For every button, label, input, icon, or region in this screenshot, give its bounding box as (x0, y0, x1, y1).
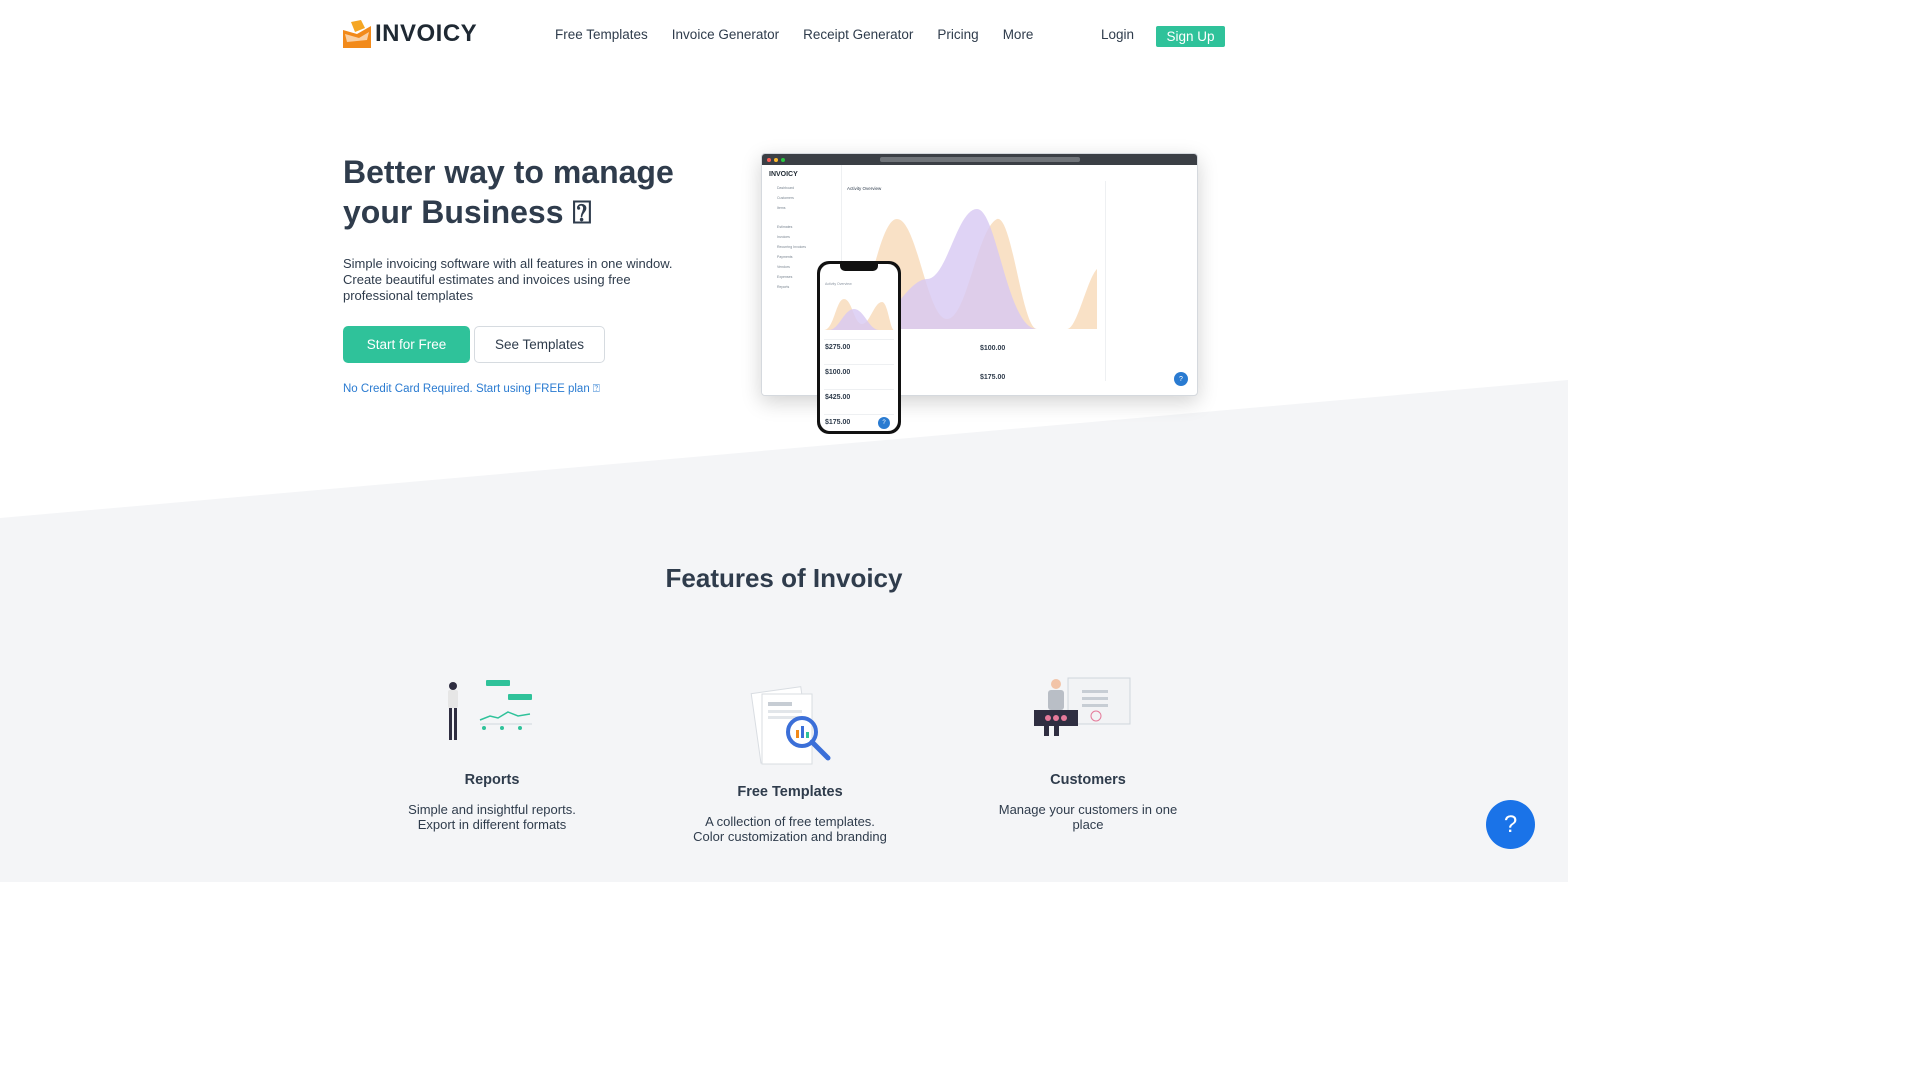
logo-icon (343, 20, 373, 48)
phone-area-chart (824, 299, 894, 330)
phone-card-value: $425.00 (825, 394, 851, 401)
mock-nav-item: Reports (777, 285, 790, 289)
maximize-dot-icon (781, 157, 785, 162)
phone-notch (840, 264, 878, 271)
mock-nav-item: Vendors (777, 265, 790, 269)
signup-button[interactable]: Sign Up (1156, 26, 1225, 47)
mock-nav-item: Customers (777, 196, 794, 200)
mock-nav-item: Items (777, 206, 786, 210)
feature-reports: Reports Simple and insightful reports. E… (392, 772, 592, 832)
phone-screen: Activity Overview $275.00 $100.00 $425.0… (820, 264, 898, 431)
mock-card-value: $100.00 (980, 345, 1006, 352)
help-button[interactable]: ? (1486, 800, 1535, 849)
top-navbar: INVOICY Free Templates Invoice Generator… (0, 0, 1568, 72)
mock-activity-title: Activity Overview (847, 186, 882, 191)
mock-nav-item: Dashboard (777, 186, 795, 190)
nav-pricing[interactable]: Pricing (937, 27, 978, 42)
feature-description: Simple and insightful reports. Export in… (408, 802, 576, 832)
phone-card-value: $275.00 (825, 344, 851, 351)
see-templates-button[interactable]: See Templates (474, 326, 605, 363)
mock-right-panel (1105, 181, 1197, 381)
feature-description: A collection of free templates. Color cu… (693, 814, 887, 844)
feature-title: Reports (464, 772, 520, 788)
feature-title: Free Templates (737, 784, 843, 800)
mock-nav-item: Expenses (777, 275, 793, 279)
divider (824, 389, 894, 390)
nav-free-templates[interactable]: Free Templates (555, 27, 648, 42)
phone-help-icon: ? (878, 417, 890, 429)
templates-illustration (750, 686, 831, 765)
mock-logo: INVOICY (769, 171, 798, 178)
window-titlebar (762, 154, 1197, 165)
login-link[interactable]: Login (1101, 27, 1134, 42)
mock-nav-item: Recurring Invoices (777, 245, 806, 249)
phone-card-value: $175.00 (825, 419, 851, 426)
close-dot-icon (767, 157, 771, 162)
brand-name: INVOICY (375, 20, 478, 47)
nav-more[interactable]: More (1003, 27, 1034, 42)
features-heading: Features of Invoicy (665, 563, 903, 593)
brand-logo[interactable]: INVOICY (343, 20, 477, 48)
mock-nav-item: Payments (777, 255, 793, 259)
mock-card-value: $175.00 (980, 374, 1006, 381)
customers-illustration (1034, 677, 1131, 736)
phone-app-screenshot: Activity Overview $275.00 $100.00 $425.0… (817, 261, 901, 434)
minimize-dot-icon (774, 157, 778, 162)
feature-description: Manage your customers in one place (998, 802, 1178, 832)
nav-receipt-generator[interactable]: Receipt Generator (803, 27, 913, 42)
feature-customers: Customers Manage your customers in one p… (988, 772, 1188, 832)
start-for-free-button[interactable]: Start for Free (343, 326, 470, 363)
reports-illustration (448, 680, 532, 740)
divider (824, 364, 894, 365)
hero-title: Better way to manage your Business ⍰ (343, 154, 674, 230)
feature-title: Customers (1050, 772, 1126, 788)
address-bar (880, 157, 1080, 162)
divider (824, 339, 894, 340)
phone-title: Activity Overview (825, 282, 852, 286)
divider (824, 414, 894, 415)
feature-free-templates: Free Templates A collection of free temp… (690, 784, 890, 844)
mock-help-icon: ? (1174, 372, 1188, 386)
mock-nav-item: Estimates (777, 225, 793, 229)
free-plan-link[interactable]: No Credit Card Required. Start using FRE… (343, 383, 600, 396)
mock-nav-item: Invoices (777, 235, 790, 239)
hero-description: Simple invoicing software with all featu… (343, 256, 673, 303)
nav-links: Free Templates Invoice Generator Receipt… (555, 27, 1057, 42)
phone-card-value: $100.00 (825, 369, 851, 376)
nav-invoice-generator[interactable]: Invoice Generator (672, 27, 779, 42)
